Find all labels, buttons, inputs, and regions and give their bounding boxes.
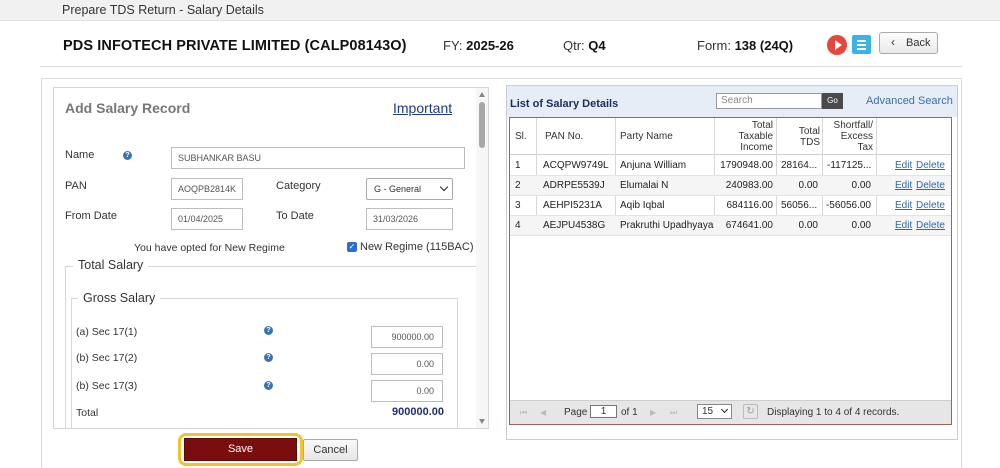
edit-link[interactable]: Edit xyxy=(895,200,912,211)
from-date-label: From Date xyxy=(65,210,117,222)
page-number-input[interactable]: 1 xyxy=(590,405,617,418)
delete-link[interactable]: Delete xyxy=(916,200,945,211)
form-scrollbar[interactable] xyxy=(476,88,488,428)
add-salary-form: Add Salary Record Important Name ? SUBHA… xyxy=(53,87,489,429)
total-salary-legend: Total Salary xyxy=(73,258,149,272)
cancel-button[interactable]: Cancel xyxy=(303,439,358,461)
chevron-left-icon: ‹ xyxy=(891,35,895,49)
regime-note: You have opted for New Regime xyxy=(134,242,285,254)
to-date-field[interactable]: 31/03/2026 xyxy=(366,208,453,230)
sec17-1-field[interactable]: 900000.00 xyxy=(371,326,443,348)
search-input[interactable]: Search xyxy=(716,93,822,109)
window-title: Prepare TDS Return - Salary Details xyxy=(62,3,264,17)
gross-total-label: Total xyxy=(76,407,99,419)
important-link[interactable]: Important xyxy=(393,100,452,116)
page-label: Page xyxy=(564,407,588,418)
name-label: Name xyxy=(65,149,95,161)
go-button[interactable]: Go xyxy=(822,93,843,109)
scroll-down-icon[interactable] xyxy=(479,419,485,424)
page-size-select[interactable]: 15 xyxy=(697,404,732,419)
advanced-search-link[interactable]: Advanced Search xyxy=(866,95,953,107)
help-icon[interactable]: ? xyxy=(264,353,273,362)
delete-link[interactable]: Delete xyxy=(916,160,945,171)
last-page-icon[interactable]: ⏭ xyxy=(670,408,679,417)
col-party: Party Name xyxy=(620,131,673,142)
prev-page-icon[interactable]: ◀ xyxy=(540,408,549,417)
grid-header: Sl. PAN No. Party Name Total Taxable Inc… xyxy=(510,118,951,155)
company-name: PDS INFOTECH PRIVATE LIMITED (CALP08143O… xyxy=(63,38,407,54)
table-row[interactable]: 2 ADRPE5539J Elumalai N 240983.00 0.00 0… xyxy=(510,176,951,196)
scroll-up-icon[interactable] xyxy=(479,92,485,97)
form-indicator: Form: 138 (24Q) xyxy=(697,38,794,53)
table-row[interactable]: 3 AEHPI5231A Aqib Iqbal 684116.00 56056.… xyxy=(510,196,951,216)
table-row[interactable]: 1 ACQPW9749L Anjuna William 1790948.00 2… xyxy=(510,156,951,176)
col-shortfall: Shortfall/ Excess Tax xyxy=(833,120,873,153)
table-row[interactable]: 4 AEJPU4538G Prakruthi Upadhyaya 674641.… xyxy=(510,216,951,236)
qtr-value: Q4 xyxy=(588,38,606,53)
pan-label: PAN xyxy=(65,180,87,192)
save-button[interactable]: Save xyxy=(184,438,297,461)
qtr-indicator: Qtr: Q4 xyxy=(563,38,606,53)
delete-link[interactable]: Delete xyxy=(916,220,945,231)
help-icon[interactable]: ? xyxy=(264,326,273,335)
from-date-field[interactable]: 01/04/2025 xyxy=(171,208,243,230)
delete-link[interactable]: Delete xyxy=(916,180,945,191)
chevron-down-icon xyxy=(439,182,449,192)
to-date-label: To Date xyxy=(276,210,314,222)
col-income: Total Taxable Income xyxy=(738,120,773,153)
fy-value: 2025-26 xyxy=(466,38,514,53)
list-title: List of Salary Details xyxy=(510,98,619,110)
col-sl: Sl. xyxy=(515,131,527,142)
fy-indicator: FY: 2025-26 xyxy=(443,38,514,53)
form-title: Add Salary Record xyxy=(65,100,191,116)
help-icon[interactable]: ? xyxy=(123,151,132,160)
document-icon[interactable] xyxy=(852,35,871,54)
chevron-down-icon xyxy=(720,405,729,414)
edit-link[interactable]: Edit xyxy=(895,220,912,231)
gross-total-value: 900000.00 xyxy=(392,406,444,418)
form-value: 138 (24Q) xyxy=(734,38,794,53)
col-pan: PAN No. xyxy=(545,131,584,142)
sec17-3-field[interactable]: 0.00 xyxy=(371,380,443,402)
sec17-3-label: (b) Sec 17(3) xyxy=(76,380,138,392)
sec17-2-label: (b) Sec 17(2) xyxy=(76,352,138,364)
sec17-2-field[interactable]: 0.00 xyxy=(371,353,443,375)
edit-link[interactable]: Edit xyxy=(895,180,912,191)
page-header: PDS INFOTECH PRIVATE LIMITED (CALP08143O… xyxy=(0,21,1000,71)
next-page-icon[interactable]: ▶ xyxy=(650,408,659,417)
sec17-1-label: (a) Sec 17(1) xyxy=(76,326,138,338)
back-button[interactable]: ‹ Back xyxy=(879,32,938,54)
col-tds: Total TDS xyxy=(798,126,820,148)
pan-field[interactable]: AOQPB2814K xyxy=(171,178,243,200)
play-icon[interactable] xyxy=(827,35,847,55)
page-count: of 1 xyxy=(621,407,638,418)
help-icon[interactable]: ? xyxy=(264,381,273,390)
header-divider xyxy=(40,66,962,67)
first-page-icon[interactable]: ⏮ xyxy=(520,408,529,417)
scroll-thumb[interactable] xyxy=(479,102,485,148)
gross-salary-legend: Gross Salary xyxy=(78,291,161,305)
edit-link[interactable]: Edit xyxy=(895,160,912,171)
refresh-icon[interactable]: ↻ xyxy=(743,404,758,419)
new-regime-label: New Regime (115BAC) xyxy=(360,241,474,253)
new-regime-checkbox[interactable]: ✓ xyxy=(347,242,357,252)
category-select[interactable]: G - General xyxy=(366,178,453,200)
category-label: Category xyxy=(276,180,321,192)
records-summary: Displaying 1 to 4 of 4 records. xyxy=(767,407,900,418)
window-titlebar: Prepare TDS Return - Salary Details xyxy=(0,0,1000,21)
name-field[interactable]: SUBHANKAR BASU xyxy=(171,147,465,169)
